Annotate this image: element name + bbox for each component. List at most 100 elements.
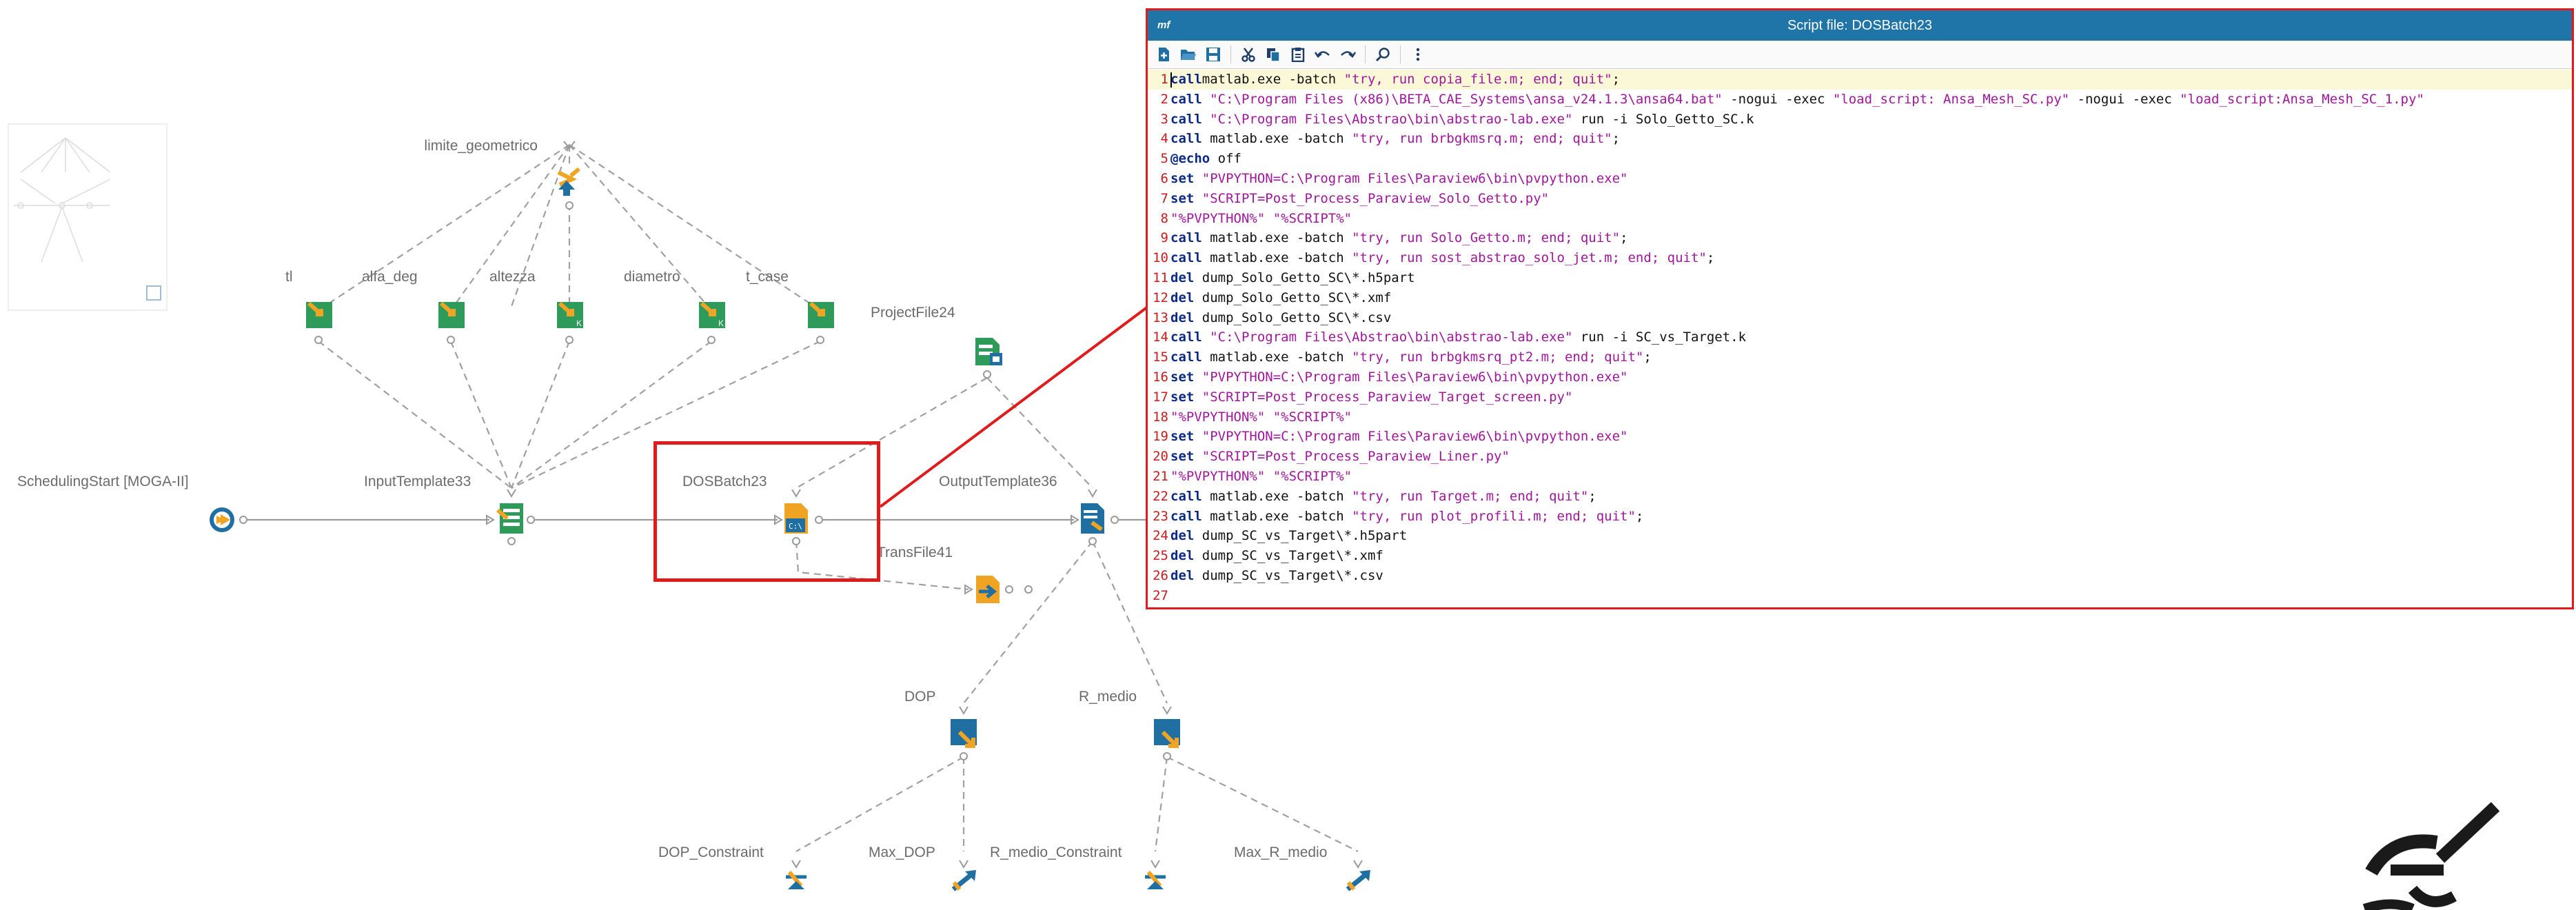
- code-line[interactable]: 11 del dump_Solo_Getto_SC\*.h5part: [1148, 268, 2572, 288]
- node-max-dop[interactable]: Max_DOP: [869, 845, 976, 891]
- node-label: altezza: [489, 269, 536, 285]
- line-number: 24: [1153, 528, 1168, 544]
- code-line[interactable]: 10 call matlab.exe -batch "try, run sost_…: [1148, 248, 2572, 268]
- node-trans-file[interactable]: TransFile41: [877, 545, 1033, 603]
- code-text: set "PVPYTHON=C:\Program Files\Paraview6…: [1168, 367, 1627, 387]
- script-code-area[interactable]: 1 callmatlab.exe -batch "try, run copia_f…: [1148, 70, 2572, 607]
- undo-icon[interactable]: [1312, 44, 1333, 65]
- code-line[interactable]: 19 set "PVPYTHON=C:\Program Files\Paravie…: [1148, 427, 2572, 447]
- code-line[interactable]: 17 set "SCRIPT=Post_Process_Paraview_Targ…: [1148, 387, 2572, 407]
- node-dop-constraint[interactable]: DOP_Constraint: [658, 845, 807, 889]
- code-line[interactable]: 15 call matlab.exe -batch "try, run brbgk…: [1148, 347, 2572, 367]
- code-line[interactable]: 8 "%PVPYTHON%" "%SCRIPT%": [1148, 209, 2572, 229]
- code-token: ;: [1612, 131, 1621, 147]
- code-line[interactable]: 18 "%PVPYTHON%" "%SCRIPT%": [1148, 407, 2572, 427]
- code-string: "SCRIPT=Post_Process_Paraview_Solo_Getto…: [1194, 190, 1550, 206]
- code-line[interactable]: 26 del dump_SC_vs_Target\*.csv: [1148, 566, 2572, 586]
- code-line[interactable]: 4 call matlab.exe -batch "try, run brbgkm…: [1148, 129, 2572, 149]
- code-token: matlab.exe -batch: [1201, 508, 1352, 524]
- code-line[interactable]: 9 call matlab.exe -batch "try, run Solo_G…: [1148, 228, 2572, 248]
- code-line[interactable]: 23 call matlab.exe -batch "try, run plot_…: [1148, 507, 2572, 527]
- cut-icon[interactable]: [1238, 44, 1259, 65]
- code-token: matlab.exe -batch: [1201, 72, 1344, 87]
- code-line[interactable]: 21 "%PVPYTHON%" "%SCRIPT%": [1148, 467, 2572, 487]
- node-label: SchedulingStart [MOGA-II]: [17, 474, 189, 489]
- node-input-template[interactable]: InputTemplate33: [364, 474, 535, 545]
- node-t-case[interactable]: t_case: [746, 269, 834, 344]
- node-output-template[interactable]: OutputTemplate36: [939, 474, 1119, 545]
- node-alfa-deg[interactable]: alfa_deg: [362, 269, 465, 344]
- output-variable-icon: [951, 719, 977, 748]
- node-project-file[interactable]: ProjectFile24: [871, 305, 1002, 378]
- code-token: ;: [1588, 488, 1596, 504]
- code-line[interactable]: 12 del dump_Solo_Getto_SC\*.xmf: [1148, 288, 2572, 308]
- code-string: "load_script: Ansa_Mesh_SC.py": [1832, 91, 2070, 107]
- code-line[interactable]: 7 set "SCRIPT=Post_Process_Paraview_Solo_…: [1148, 189, 2572, 209]
- node-label: tl: [285, 269, 293, 285]
- node-limite-geometrico[interactable]: limite_geometrico: [424, 138, 580, 210]
- node-label: R_medio: [1079, 689, 1137, 705]
- code-line[interactable]: 5 @echo off: [1148, 149, 2572, 169]
- code-token: dump_SC_vs_Target\*.h5part: [1194, 528, 1408, 544]
- node-label: Max_DOP: [869, 845, 935, 860]
- code-text: call "C:\Program Files (x86)\BETA_CAE_Sy…: [1168, 90, 2424, 110]
- node-label: alfa_deg: [362, 269, 418, 285]
- code-keyword: del: [1170, 310, 1195, 325]
- new-file-icon[interactable]: [1153, 44, 1174, 65]
- code-string: "try, run Target.m; end; quit": [1352, 488, 1589, 504]
- line-number: 14: [1153, 330, 1168, 345]
- code-keyword: set: [1170, 170, 1195, 186]
- line-number: 19: [1153, 429, 1168, 445]
- code-string: "C:\Program Files\Abstrao\bin\abstrao-la…: [1201, 111, 1573, 127]
- node-max-r-medio[interactable]: Max_R_medio: [1234, 845, 1370, 891]
- code-token: matlab.exe -batch: [1201, 350, 1352, 365]
- node-diametro[interactable]: diametro K: [624, 269, 725, 344]
- code-string: "try, run copia_file.m; end; quit": [1343, 72, 1612, 87]
- code-line[interactable]: 25 del dump_SC_vs_Target\*.xmf: [1148, 546, 2572, 566]
- code-line[interactable]: 16 set "PVPYTHON=C:\Program Files\Paravie…: [1148, 367, 2572, 387]
- node-scheduling-start[interactable]: SchedulingStart [MOGA-II]: [17, 474, 247, 532]
- line-number: 15: [1153, 350, 1168, 365]
- code-line[interactable]: 24 del dump_SC_vs_Target\*.h5part: [1148, 526, 2572, 546]
- code-text: "%PVPYTHON%" "%SCRIPT%": [1168, 467, 1352, 487]
- line-number: 13: [1153, 310, 1168, 325]
- code-line[interactable]: 2 call "C:\Program Files (x86)\BETA_CAE_S…: [1148, 90, 2572, 110]
- minimap[interactable]: [8, 123, 168, 311]
- code-line[interactable]: 20 set "SCRIPT=Post_Process_Paraview_Line…: [1148, 447, 2572, 467]
- script-editor-window[interactable]: mf Script file: DOSBatch23 1 callmatlab.…: [1146, 8, 2574, 609]
- line-number: 6: [1160, 170, 1168, 186]
- line-number: 25: [1153, 548, 1168, 564]
- more-options-icon[interactable]: [1408, 44, 1428, 65]
- code-line[interactable]: 27: [1148, 586, 2572, 606]
- toolbar-separator: [1230, 46, 1231, 63]
- node-r-medio-constraint[interactable]: R_medio_Constraint: [990, 845, 1166, 889]
- open-folder-icon[interactable]: [1178, 44, 1199, 65]
- code-line[interactable]: 3 call "C:\Program Files\Abstrao\bin\abst…: [1148, 110, 2572, 130]
- save-icon[interactable]: [1203, 44, 1224, 65]
- redo-icon[interactable]: [1337, 44, 1358, 65]
- script-window-title-bar[interactable]: mf Script file: DOSBatch23: [1148, 10, 2572, 41]
- code-keyword: set: [1170, 449, 1195, 465]
- code-text: set "SCRIPT=Post_Process_Paraview_Liner.…: [1168, 447, 1510, 467]
- code-line[interactable]: 6 set "PVPYTHON=C:\Program Files\Paraview…: [1148, 169, 2572, 189]
- watermark-logo: [2362, 802, 2506, 910]
- code-line[interactable]: 14 call "C:\Program Files\Abstrao\bin\abs…: [1148, 327, 2572, 347]
- node-r-medio[interactable]: R_medio: [1079, 689, 1180, 760]
- code-line[interactable]: 13 del dump_Solo_Getto_SC\*.csv: [1148, 308, 2572, 328]
- node-label: OutputTemplate36: [939, 474, 1057, 489]
- code-line[interactable]: 1 callmatlab.exe -batch "try, run copia_f…: [1148, 70, 2572, 90]
- dos-batch-highlight-box: [653, 441, 880, 582]
- code-line[interactable]: 22 call matlab.exe -batch "try, run Targe…: [1148, 487, 2572, 507]
- search-icon[interactable]: [1372, 44, 1393, 65]
- code-string: "SCRIPT=Post_Process_Paraview_Target_scr…: [1194, 389, 1573, 405]
- paste-icon[interactable]: [1288, 44, 1308, 65]
- line-number: 23: [1153, 508, 1168, 524]
- copy-icon[interactable]: [1263, 44, 1284, 65]
- code-text: "%PVPYTHON%" "%SCRIPT%": [1168, 209, 1352, 229]
- line-number: 18: [1153, 409, 1168, 425]
- line-number: 2: [1160, 91, 1168, 107]
- code-keyword: call: [1170, 91, 1202, 107]
- node-tl[interactable]: tl: [285, 269, 332, 344]
- code-text: del dump_Solo_Getto_SC\*.xmf: [1168, 288, 1391, 308]
- code-text: set "PVPYTHON=C:\Program Files\Paraview6…: [1168, 169, 1627, 189]
